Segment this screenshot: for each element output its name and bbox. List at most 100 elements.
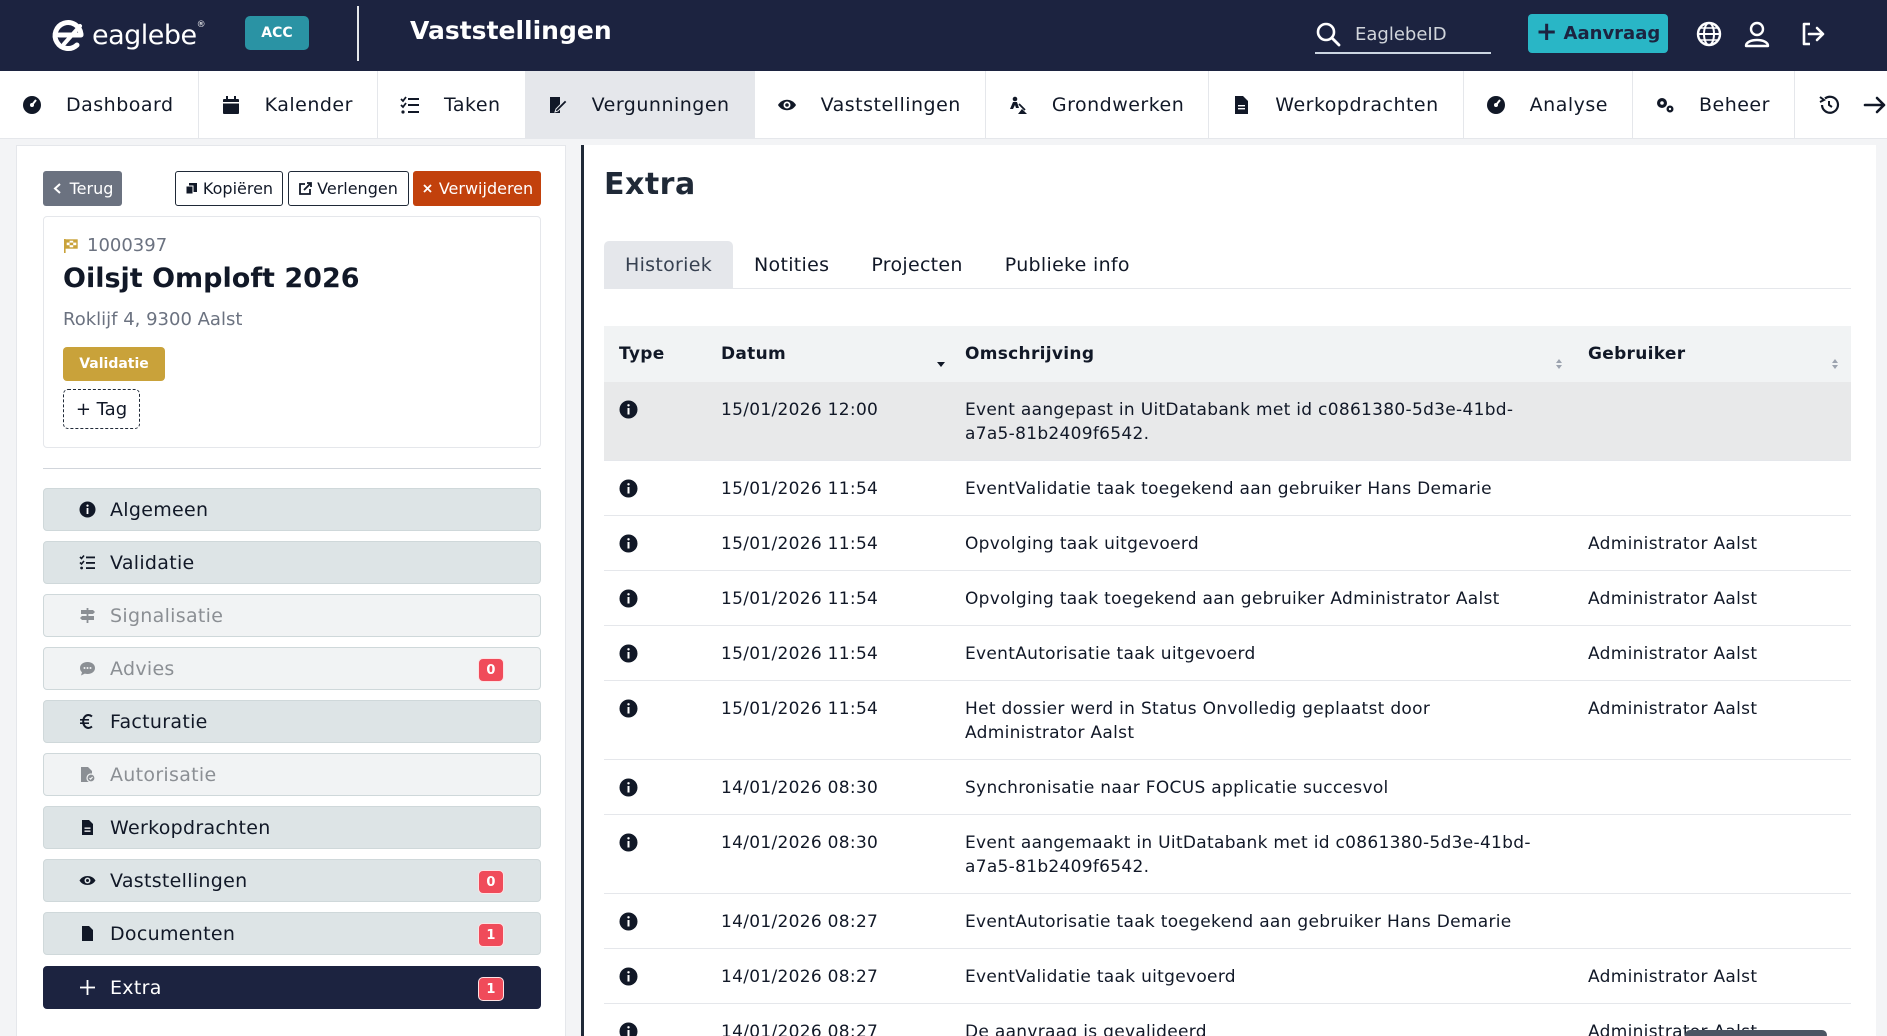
sidebar-item-label: Werkopdrachten xyxy=(110,816,271,839)
table-row[interactable]: 15/01/2026 11:54 Opvolging taak toegeken… xyxy=(604,571,1851,626)
nav-vergunningen[interactable]: Vergunningen xyxy=(525,71,755,139)
column-header-datum[interactable]: Datum xyxy=(721,344,786,364)
sidebar-item-facturatie[interactable]: Facturatie xyxy=(43,700,541,743)
table-row[interactable]: 14/01/2026 08:27 De aanvraag is gevalide… xyxy=(604,1004,1851,1036)
share-square-icon xyxy=(299,182,313,195)
back-button[interactable]: Terug xyxy=(43,171,122,206)
copy-button[interactable]: Kopiëren xyxy=(175,171,283,206)
info-circle-icon xyxy=(619,699,638,718)
extend-button[interactable]: Verlengen xyxy=(288,171,409,206)
sidebar-item-vaststellingen[interactable]: Vaststellingen 0 xyxy=(43,859,541,902)
sidebar-item-label: Advies xyxy=(110,657,175,680)
tab-publieke-info[interactable]: Publieke info xyxy=(984,241,1151,289)
cell-user: Administrator Aalst xyxy=(1588,699,1758,719)
sort-icon[interactable] xyxy=(1830,356,1840,372)
nav-beheer[interactable]: Beheer xyxy=(1633,71,1795,139)
sort-desc-icon[interactable] xyxy=(936,356,946,372)
table-row[interactable]: 14/01/2026 08:30 Event aangemaakt in Uit… xyxy=(604,815,1851,894)
nav-vaststellingen[interactable]: Vaststellingen xyxy=(755,71,986,139)
column-header-gebruiker[interactable]: Gebruiker xyxy=(1588,344,1685,364)
scrollbar-thumb[interactable] xyxy=(1685,1030,1827,1036)
sidebar-item-label: Autorisatie xyxy=(110,763,217,786)
permit-id-value: 1000397 xyxy=(87,235,168,256)
table-row[interactable]: 14/01/2026 08:30 Synchronisatie naar FOC… xyxy=(604,760,1851,815)
permit-summary-card: 1000397 Oilsjt Omploft 2026 Roklijf 4, 9… xyxy=(43,216,541,448)
tab-projecten[interactable]: Projecten xyxy=(850,241,983,289)
sidebar-item-signalisatie[interactable]: Signalisatie xyxy=(43,594,541,637)
count-badge: 1 xyxy=(478,923,504,947)
checkered-flag-icon xyxy=(64,238,78,253)
logout-icon[interactable] xyxy=(1799,20,1827,48)
sidebar-item-advies[interactable]: Advies 0 xyxy=(43,647,541,690)
tab-notities[interactable]: Notities xyxy=(733,241,850,289)
eye-icon xyxy=(777,99,796,111)
delete-button[interactable]: Verwijderen xyxy=(413,171,541,206)
cell-description: Opvolging taak toegekend aan gebruiker A… xyxy=(965,589,1500,609)
add-tag-button[interactable]: + Tag xyxy=(63,389,140,429)
sidebar-item-extra[interactable]: Extra 1 xyxy=(43,966,541,1009)
permit-sign-icon xyxy=(549,97,568,113)
content-panel: Extra Historiek Notities Projecten Publi… xyxy=(581,145,1876,1036)
table-row[interactable]: 15/01/2026 11:54 Het dossier werd in Sta… xyxy=(604,681,1851,760)
nav-label: Werkopdrachten xyxy=(1275,94,1439,116)
cell-date: 15/01/2026 11:54 xyxy=(721,699,879,719)
sidebar-item-werkopdrachten[interactable]: Werkopdrachten xyxy=(43,806,541,849)
logo-text: eaglebe xyxy=(92,19,197,51)
search-input[interactable] xyxy=(1355,23,1485,45)
sidebar-item-documenten[interactable]: Documenten 1 xyxy=(43,912,541,955)
table-row[interactable]: 15/01/2026 12:00 Event aangepast in UitD… xyxy=(604,382,1851,461)
table-row[interactable]: 14/01/2026 08:27 EventValidatie taak uit… xyxy=(604,949,1851,1004)
user-icon[interactable] xyxy=(1743,20,1771,48)
sidebar-item-autorisatie[interactable]: Autorisatie xyxy=(43,753,541,796)
column-header-omschrijving[interactable]: Omschrijving xyxy=(965,344,1094,364)
history-table: Type Datum Omschrijving Gebruiker 15/01/… xyxy=(604,326,1851,1036)
document-icon xyxy=(82,820,93,835)
tab-historiek[interactable]: Historiek xyxy=(604,241,734,289)
eaglebe-logo-icon xyxy=(52,20,84,51)
sidebar-item-label: Documenten xyxy=(110,922,236,945)
nav-label: Kalender xyxy=(264,94,353,116)
cell-description: Opvolging taak uitgevoerd xyxy=(965,534,1199,554)
nav-grondwerken[interactable]: Grondwerken xyxy=(986,71,1210,139)
sidebar-item-validatie[interactable]: Validatie xyxy=(43,541,541,584)
cell-date: 14/01/2026 08:27 xyxy=(721,1022,879,1036)
history-icon[interactable] xyxy=(1817,93,1841,117)
new-request-button[interactable]: + Aanvraag xyxy=(1528,14,1668,53)
info-circle-icon xyxy=(619,644,638,663)
sidebar-item-label: Vaststellingen xyxy=(110,869,248,892)
globe-icon[interactable] xyxy=(1695,20,1723,48)
status-badge: Validatie xyxy=(63,347,165,381)
section-title: Extra xyxy=(604,167,696,202)
delete-label: Verwijderen xyxy=(438,179,534,198)
cell-description: Synchronisatie naar FOCUS applicatie suc… xyxy=(965,778,1389,798)
cell-user: Administrator Aalst xyxy=(1588,967,1758,987)
table-row[interactable]: 15/01/2026 11:54 Opvolging taak uitgevoe… xyxy=(604,516,1851,571)
count-badge: 0 xyxy=(478,870,504,894)
top-bar: eaglebe® ACC Vaststellingen + Aanvraag xyxy=(0,0,1887,71)
cell-user: Administrator Aalst xyxy=(1588,589,1758,609)
nav-label: Taken xyxy=(443,94,501,116)
info-circle-icon xyxy=(619,833,638,852)
sort-icon[interactable] xyxy=(1554,356,1564,372)
calendar-icon xyxy=(222,96,239,114)
nav-analyse[interactable]: Analyse xyxy=(1464,71,1633,139)
info-circle-icon xyxy=(619,912,638,931)
table-row[interactable]: 15/01/2026 11:54 EventAutorisatie taak u… xyxy=(604,626,1851,681)
table-row[interactable]: 15/01/2026 11:54 EventValidatie taak toe… xyxy=(604,461,1851,516)
nav-kalender[interactable]: Kalender xyxy=(199,71,378,139)
table-row[interactable]: 14/01/2026 08:27 EventAutorisatie taak t… xyxy=(604,894,1851,949)
eaglebe-logo[interactable]: eaglebe® xyxy=(50,17,206,53)
nav-werkopdrachten[interactable]: Werkopdrachten xyxy=(1209,71,1464,139)
nav-label: Analyse xyxy=(1529,94,1608,116)
divider xyxy=(43,468,541,469)
new-request-label: Aanvraag xyxy=(1563,23,1661,44)
nav-dashboard[interactable]: Dashboard xyxy=(0,71,199,139)
arrow-right-icon[interactable] xyxy=(1863,93,1887,117)
cell-date: 15/01/2026 12:00 xyxy=(721,400,879,420)
sidebar-item-label: Facturatie xyxy=(110,710,208,733)
count-badge: 0 xyxy=(478,658,504,682)
sidebar-item-label: Algemeen xyxy=(110,498,209,521)
cell-date: 14/01/2026 08:30 xyxy=(721,833,879,853)
nav-taken[interactable]: Taken xyxy=(378,71,526,139)
sidebar-item-algemeen[interactable]: Algemeen xyxy=(43,488,541,531)
